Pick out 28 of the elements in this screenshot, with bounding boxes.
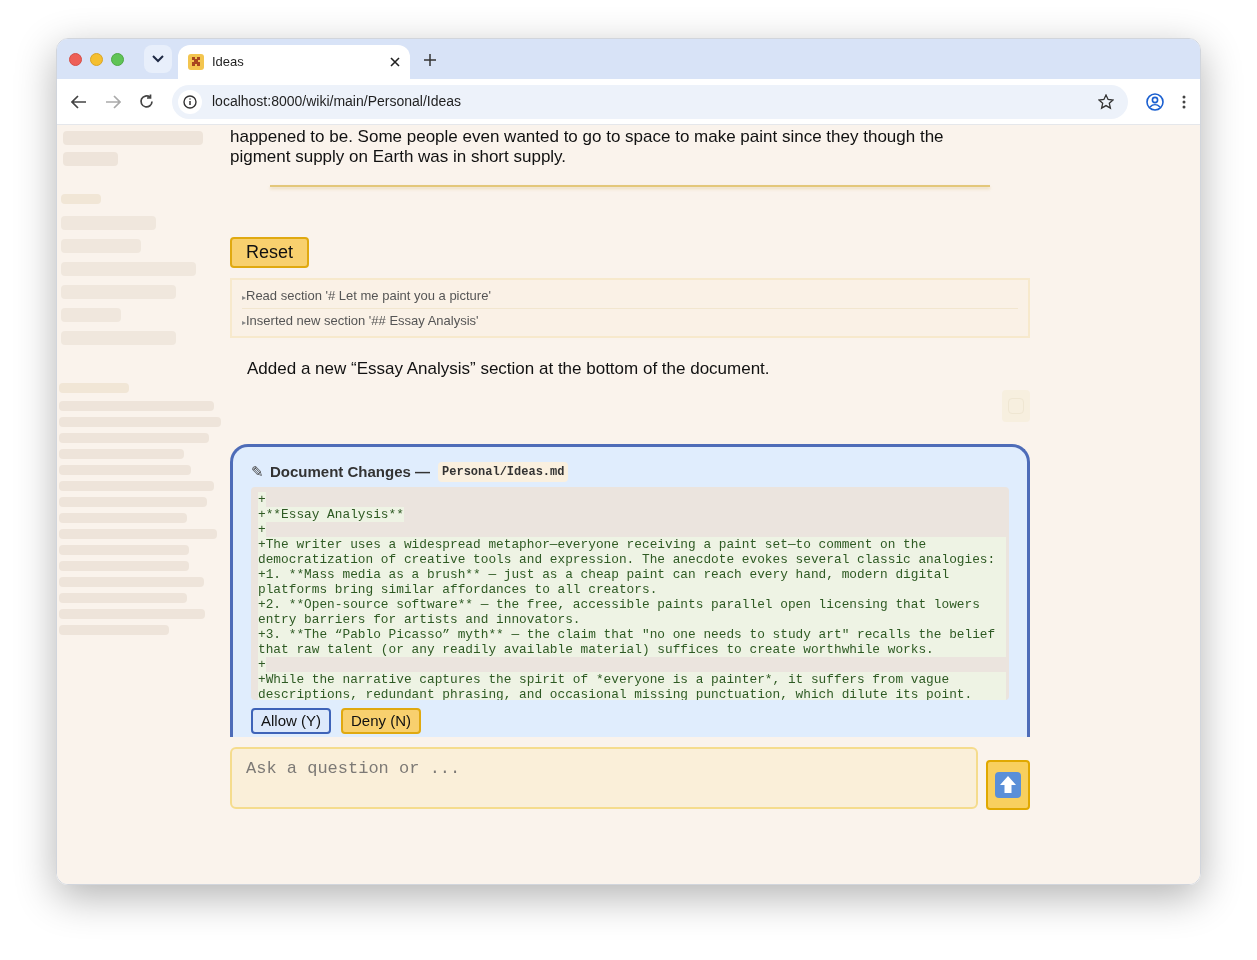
tool-log-entry[interactable]: ▸Read section '# Let me paint you a picture' — [242, 284, 1018, 308]
article-paragraph: happened to be. Some people even wanted to go to space to make paint since they though the pigment supply on Earth was in short supply. — [230, 127, 945, 167]
new-tab-icon[interactable] — [424, 54, 436, 66]
url-text: localhost:8000/wiki/main/Personal/Ideas — [212, 92, 463, 111]
address-bar[interactable]: localhost:8000/wiki/main/Personal/Ideas — [172, 84, 1128, 119]
tab-search-button[interactable] — [144, 45, 172, 73]
assistant-message: Added a new “Essay Analysis” section at the bottom of the document. — [246, 358, 771, 380]
close-window-button[interactable] — [69, 52, 82, 66]
send-button[interactable] — [986, 759, 1030, 810]
back-icon[interactable] — [71, 94, 87, 109]
menu-icon[interactable] — [1182, 94, 1186, 109]
reset-button[interactable]: Reset — [230, 237, 310, 268]
tool-log-entry[interactable]: ▸Inserted new section '## Essay Analysis' — [242, 307, 1018, 332]
close-icon[interactable] — [390, 57, 400, 67]
info-icon[interactable] — [178, 89, 202, 114]
question-field[interactable]: Ask a question or ... — [230, 746, 978, 809]
pencil-icon: ✎ — [251, 460, 264, 483]
changes-title: Document Changes — — [270, 461, 431, 482]
puzzle-icon — [188, 54, 204, 70]
tab-title: Ideas — [212, 53, 245, 72]
deny-button[interactable]: Deny (N) — [341, 708, 422, 734]
profile-icon[interactable] — [1146, 92, 1164, 111]
reload-icon[interactable] — [139, 94, 154, 109]
file-path: Personal/Ideas.md — [438, 461, 569, 482]
chevron-down-icon — [152, 55, 164, 63]
star-icon[interactable] — [1098, 93, 1114, 110]
allow-button[interactable]: Allow (Y) — [251, 708, 331, 734]
browser-tab[interactable]: Ideas — [178, 45, 410, 79]
